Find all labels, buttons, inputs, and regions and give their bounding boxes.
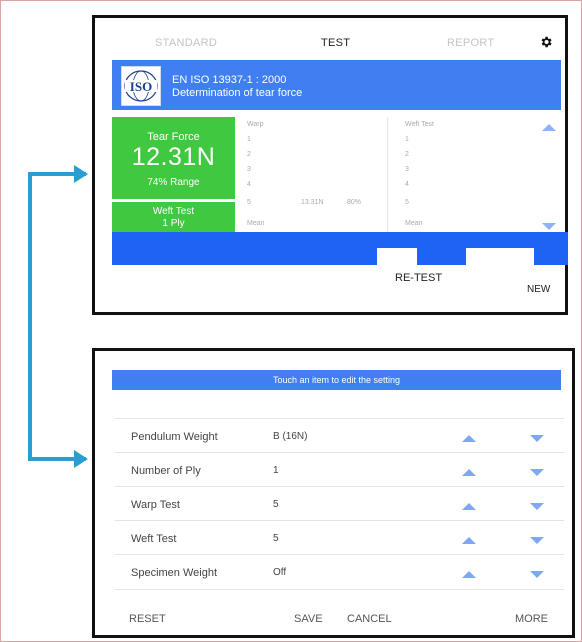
tab-test[interactable]: TEST bbox=[321, 37, 350, 49]
setting-value: 5 bbox=[273, 533, 279, 544]
weft-mean: Mean bbox=[405, 220, 423, 227]
weft-row-3: 3 bbox=[405, 166, 409, 173]
setting-value: Off bbox=[273, 567, 287, 578]
setting-label: Pendulum Weight bbox=[131, 431, 218, 443]
warp-row-2: 2 bbox=[247, 151, 251, 158]
tab-standard[interactable]: STANDARD bbox=[155, 37, 217, 49]
setting-row-pendulum-weight[interactable]: Pendulum Weight B (16N) bbox=[115, 418, 564, 453]
weft-row-2: 2 bbox=[405, 151, 409, 158]
setting-label: Weft Test bbox=[131, 533, 177, 545]
result-range: 74% Range bbox=[147, 177, 200, 188]
test-screen: STANDARD TEST REPORT ISO EN ISO 13937-1 … bbox=[92, 15, 568, 315]
standard-title: EN ISO 13937-1 : 2000 Determination of t… bbox=[172, 74, 302, 100]
save-button[interactable]: SAVE bbox=[294, 613, 323, 625]
test-mode-line1: Weft Test bbox=[152, 206, 195, 217]
increase-arrow-icon[interactable] bbox=[462, 571, 476, 578]
band-gap-1 bbox=[377, 248, 417, 266]
warp-header: Warp bbox=[247, 121, 264, 128]
setting-row-specimen-weight[interactable]: Specimen Weight Off bbox=[115, 554, 564, 590]
settings-screen: Touch an item to edit the setting Pendul… bbox=[92, 348, 575, 638]
warp-mean: Mean bbox=[247, 220, 265, 227]
setting-label: Number of Ply bbox=[131, 465, 201, 477]
reset-button[interactable]: RESET bbox=[129, 613, 166, 625]
setting-value: 1 bbox=[273, 465, 279, 476]
increase-arrow-icon[interactable] bbox=[462, 469, 476, 476]
warp-row-4: 4 bbox=[247, 181, 251, 188]
arrow-head-top-icon bbox=[74, 165, 88, 183]
tab-report[interactable]: REPORT bbox=[447, 37, 494, 49]
tear-force-result: Tear Force 12.31N 74% Range bbox=[112, 117, 235, 199]
cancel-button[interactable]: CANCEL bbox=[347, 613, 392, 625]
new-button[interactable]: NEW bbox=[527, 284, 550, 295]
retest-button[interactable]: RE-TEST bbox=[395, 272, 442, 284]
result-label: Tear Force bbox=[147, 131, 200, 143]
result-value: 12.31N bbox=[131, 143, 216, 171]
warp-row-1: 1 bbox=[247, 136, 251, 143]
standard-name: Determination of tear force bbox=[172, 87, 303, 99]
decrease-arrow-icon[interactable] bbox=[530, 537, 544, 544]
warp-row-5: 5 bbox=[247, 199, 251, 206]
gear-icon[interactable] bbox=[539, 35, 553, 49]
increase-arrow-icon[interactable] bbox=[462, 537, 476, 544]
weft-row-5: 5 bbox=[405, 199, 409, 206]
increase-arrow-icon[interactable] bbox=[462, 503, 476, 510]
weft-header: Weft Test bbox=[405, 121, 434, 128]
setting-row-number-of-ply[interactable]: Number of Ply 1 bbox=[115, 452, 564, 487]
setting-label: Warp Test bbox=[131, 499, 180, 511]
iso-logo: ISO bbox=[121, 66, 161, 106]
band-gap-2 bbox=[466, 248, 534, 266]
more-button[interactable]: MORE bbox=[515, 613, 548, 625]
weft-row-1: 1 bbox=[405, 136, 409, 143]
weft-row-4: 4 bbox=[405, 181, 409, 188]
warp-row-5-value: 13.31N bbox=[301, 199, 324, 206]
standard-title-bar: ISO EN ISO 13937-1 : 2000 Determination … bbox=[112, 60, 561, 110]
setting-label: Specimen Weight bbox=[131, 567, 218, 579]
decrease-arrow-icon[interactable] bbox=[530, 571, 544, 578]
setting-row-warp-test[interactable]: Warp Test 5 bbox=[115, 486, 564, 521]
arrow-head-bottom-icon bbox=[74, 450, 88, 468]
test-mode-line2: 1 Ply bbox=[162, 218, 185, 229]
connector-arrows bbox=[28, 165, 88, 468]
tab-bar: STANDARD TEST REPORT bbox=[95, 18, 565, 58]
scroll-down-icon[interactable] bbox=[542, 223, 556, 230]
svg-text:ISO: ISO bbox=[130, 79, 152, 94]
setting-value: B (16N) bbox=[273, 431, 308, 442]
test-mode-badge: Weft Test 1 Ply bbox=[112, 202, 235, 232]
decrease-arrow-icon[interactable] bbox=[530, 503, 544, 510]
settings-hint-bar: Touch an item to edit the setting bbox=[112, 370, 561, 390]
warp-row-5-percent: 80% bbox=[347, 199, 362, 206]
increase-arrow-icon[interactable] bbox=[462, 435, 476, 442]
setting-value: 5 bbox=[273, 499, 279, 510]
decrease-arrow-icon[interactable] bbox=[530, 435, 544, 442]
setting-row-weft-test[interactable]: Weft Test 5 bbox=[115, 520, 564, 555]
scroll-up-icon[interactable] bbox=[542, 124, 556, 131]
decrease-arrow-icon[interactable] bbox=[530, 469, 544, 476]
standard-code: EN ISO 13937-1 : 2000 bbox=[172, 74, 287, 86]
warp-row-3: 3 bbox=[247, 166, 251, 173]
column-divider bbox=[387, 118, 388, 233]
